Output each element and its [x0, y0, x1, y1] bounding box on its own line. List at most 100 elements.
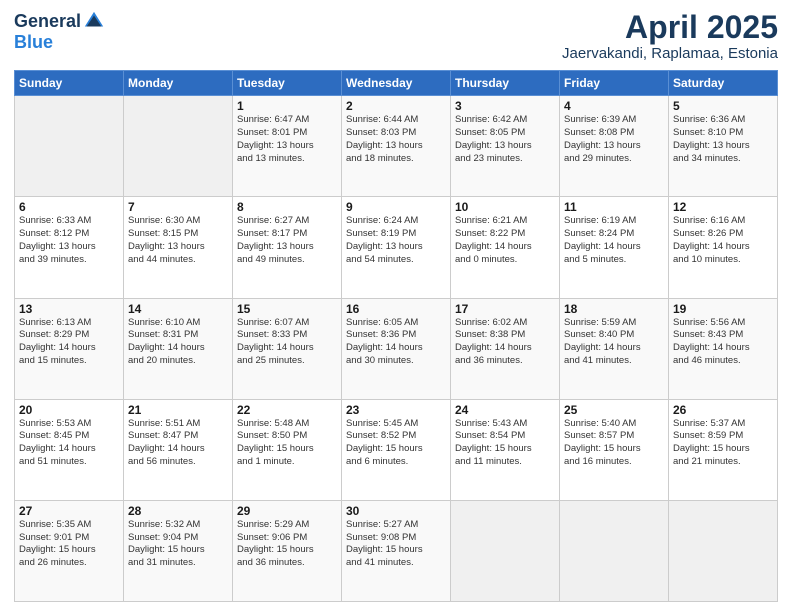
calendar-table: SundayMondayTuesdayWednesdayThursdayFrid… — [14, 70, 778, 602]
day-number: 15 — [237, 302, 337, 316]
day-info: Sunrise: 6:47 AM Sunset: 8:01 PM Dayligh… — [237, 114, 337, 165]
day-number: 29 — [237, 504, 337, 518]
day-info: Sunrise: 6:05 AM Sunset: 8:36 PM Dayligh… — [346, 317, 446, 368]
week-row-2: 6Sunrise: 6:33 AM Sunset: 8:12 PM Daylig… — [15, 197, 778, 298]
day-number: 9 — [346, 200, 446, 214]
day-number: 22 — [237, 403, 337, 417]
calendar-cell: 3Sunrise: 6:42 AM Sunset: 8:05 PM Daylig… — [451, 96, 560, 197]
day-number: 2 — [346, 99, 446, 113]
day-info: Sunrise: 5:43 AM Sunset: 8:54 PM Dayligh… — [455, 418, 555, 469]
logo-general-text: General — [14, 11, 81, 32]
day-number: 12 — [673, 200, 773, 214]
day-number: 14 — [128, 302, 228, 316]
logo-blue-text: Blue — [14, 32, 53, 53]
calendar-cell — [560, 500, 669, 601]
calendar-cell: 8Sunrise: 6:27 AM Sunset: 8:17 PM Daylig… — [233, 197, 342, 298]
day-number: 18 — [564, 302, 664, 316]
calendar-cell: 18Sunrise: 5:59 AM Sunset: 8:40 PM Dayli… — [560, 298, 669, 399]
day-number: 6 — [19, 200, 119, 214]
day-info: Sunrise: 6:07 AM Sunset: 8:33 PM Dayligh… — [237, 317, 337, 368]
calendar-cell: 28Sunrise: 5:32 AM Sunset: 9:04 PM Dayli… — [124, 500, 233, 601]
day-info: Sunrise: 5:40 AM Sunset: 8:57 PM Dayligh… — [564, 418, 664, 469]
calendar-cell: 13Sunrise: 6:13 AM Sunset: 8:29 PM Dayli… — [15, 298, 124, 399]
day-info: Sunrise: 5:48 AM Sunset: 8:50 PM Dayligh… — [237, 418, 337, 469]
day-number: 28 — [128, 504, 228, 518]
day-number: 25 — [564, 403, 664, 417]
calendar-cell: 19Sunrise: 5:56 AM Sunset: 8:43 PM Dayli… — [669, 298, 778, 399]
header: General Blue April 2025 Jaervakandi, Rap… — [14, 10, 778, 62]
calendar-cell: 25Sunrise: 5:40 AM Sunset: 8:57 PM Dayli… — [560, 399, 669, 500]
day-number: 10 — [455, 200, 555, 214]
calendar-cell: 10Sunrise: 6:21 AM Sunset: 8:22 PM Dayli… — [451, 197, 560, 298]
calendar-cell: 30Sunrise: 5:27 AM Sunset: 9:08 PM Dayli… — [342, 500, 451, 601]
calendar-cell — [15, 96, 124, 197]
calendar-cell: 16Sunrise: 6:05 AM Sunset: 8:36 PM Dayli… — [342, 298, 451, 399]
weekday-header-wednesday: Wednesday — [342, 71, 451, 96]
calendar-cell: 17Sunrise: 6:02 AM Sunset: 8:38 PM Dayli… — [451, 298, 560, 399]
day-info: Sunrise: 5:51 AM Sunset: 8:47 PM Dayligh… — [128, 418, 228, 469]
logo: General Blue — [14, 10, 105, 53]
day-number: 26 — [673, 403, 773, 417]
calendar-cell: 21Sunrise: 5:51 AM Sunset: 8:47 PM Dayli… — [124, 399, 233, 500]
day-info: Sunrise: 6:13 AM Sunset: 8:29 PM Dayligh… — [19, 317, 119, 368]
day-number: 17 — [455, 302, 555, 316]
calendar-cell: 5Sunrise: 6:36 AM Sunset: 8:10 PM Daylig… — [669, 96, 778, 197]
day-info: Sunrise: 5:37 AM Sunset: 8:59 PM Dayligh… — [673, 418, 773, 469]
week-row-1: 1Sunrise: 6:47 AM Sunset: 8:01 PM Daylig… — [15, 96, 778, 197]
week-row-4: 20Sunrise: 5:53 AM Sunset: 8:45 PM Dayli… — [15, 399, 778, 500]
day-number: 19 — [673, 302, 773, 316]
day-number: 27 — [19, 504, 119, 518]
day-number: 23 — [346, 403, 446, 417]
day-info: Sunrise: 5:53 AM Sunset: 8:45 PM Dayligh… — [19, 418, 119, 469]
calendar-body: 1Sunrise: 6:47 AM Sunset: 8:01 PM Daylig… — [15, 96, 778, 602]
weekday-header-tuesday: Tuesday — [233, 71, 342, 96]
calendar-cell: 1Sunrise: 6:47 AM Sunset: 8:01 PM Daylig… — [233, 96, 342, 197]
day-info: Sunrise: 5:32 AM Sunset: 9:04 PM Dayligh… — [128, 519, 228, 570]
day-number: 24 — [455, 403, 555, 417]
page: General Blue April 2025 Jaervakandi, Rap… — [0, 0, 792, 612]
day-info: Sunrise: 6:10 AM Sunset: 8:31 PM Dayligh… — [128, 317, 228, 368]
calendar-cell — [669, 500, 778, 601]
week-row-5: 27Sunrise: 5:35 AM Sunset: 9:01 PM Dayli… — [15, 500, 778, 601]
calendar-cell: 4Sunrise: 6:39 AM Sunset: 8:08 PM Daylig… — [560, 96, 669, 197]
day-number: 30 — [346, 504, 446, 518]
logo-icon — [83, 10, 105, 32]
day-info: Sunrise: 5:45 AM Sunset: 8:52 PM Dayligh… — [346, 418, 446, 469]
day-info: Sunrise: 6:33 AM Sunset: 8:12 PM Dayligh… — [19, 215, 119, 266]
day-info: Sunrise: 6:44 AM Sunset: 8:03 PM Dayligh… — [346, 114, 446, 165]
day-number: 20 — [19, 403, 119, 417]
day-info: Sunrise: 6:21 AM Sunset: 8:22 PM Dayligh… — [455, 215, 555, 266]
weekday-header-sunday: Sunday — [15, 71, 124, 96]
calendar-cell: 22Sunrise: 5:48 AM Sunset: 8:50 PM Dayli… — [233, 399, 342, 500]
day-info: Sunrise: 5:29 AM Sunset: 9:06 PM Dayligh… — [237, 519, 337, 570]
calendar-cell: 24Sunrise: 5:43 AM Sunset: 8:54 PM Dayli… — [451, 399, 560, 500]
day-info: Sunrise: 6:42 AM Sunset: 8:05 PM Dayligh… — [455, 114, 555, 165]
day-number: 4 — [564, 99, 664, 113]
day-number: 1 — [237, 99, 337, 113]
day-info: Sunrise: 5:56 AM Sunset: 8:43 PM Dayligh… — [673, 317, 773, 368]
day-info: Sunrise: 6:36 AM Sunset: 8:10 PM Dayligh… — [673, 114, 773, 165]
week-row-3: 13Sunrise: 6:13 AM Sunset: 8:29 PM Dayli… — [15, 298, 778, 399]
day-info: Sunrise: 5:35 AM Sunset: 9:01 PM Dayligh… — [19, 519, 119, 570]
calendar-cell: 15Sunrise: 6:07 AM Sunset: 8:33 PM Dayli… — [233, 298, 342, 399]
calendar-cell — [124, 96, 233, 197]
main-title: April 2025 — [562, 10, 778, 45]
weekday-header-row: SundayMondayTuesdayWednesdayThursdayFrid… — [15, 71, 778, 96]
weekday-header-thursday: Thursday — [451, 71, 560, 96]
day-number: 5 — [673, 99, 773, 113]
day-info: Sunrise: 6:39 AM Sunset: 8:08 PM Dayligh… — [564, 114, 664, 165]
day-info: Sunrise: 5:27 AM Sunset: 9:08 PM Dayligh… — [346, 519, 446, 570]
calendar-cell: 7Sunrise: 6:30 AM Sunset: 8:15 PM Daylig… — [124, 197, 233, 298]
day-number: 11 — [564, 200, 664, 214]
calendar-cell: 2Sunrise: 6:44 AM Sunset: 8:03 PM Daylig… — [342, 96, 451, 197]
day-info: Sunrise: 6:02 AM Sunset: 8:38 PM Dayligh… — [455, 317, 555, 368]
calendar-cell: 27Sunrise: 5:35 AM Sunset: 9:01 PM Dayli… — [15, 500, 124, 601]
day-info: Sunrise: 6:30 AM Sunset: 8:15 PM Dayligh… — [128, 215, 228, 266]
day-number: 13 — [19, 302, 119, 316]
calendar-cell: 23Sunrise: 5:45 AM Sunset: 8:52 PM Dayli… — [342, 399, 451, 500]
calendar-cell: 26Sunrise: 5:37 AM Sunset: 8:59 PM Dayli… — [669, 399, 778, 500]
weekday-header-monday: Monday — [124, 71, 233, 96]
calendar-cell: 11Sunrise: 6:19 AM Sunset: 8:24 PM Dayli… — [560, 197, 669, 298]
day-info: Sunrise: 6:27 AM Sunset: 8:17 PM Dayligh… — [237, 215, 337, 266]
day-info: Sunrise: 5:59 AM Sunset: 8:40 PM Dayligh… — [564, 317, 664, 368]
